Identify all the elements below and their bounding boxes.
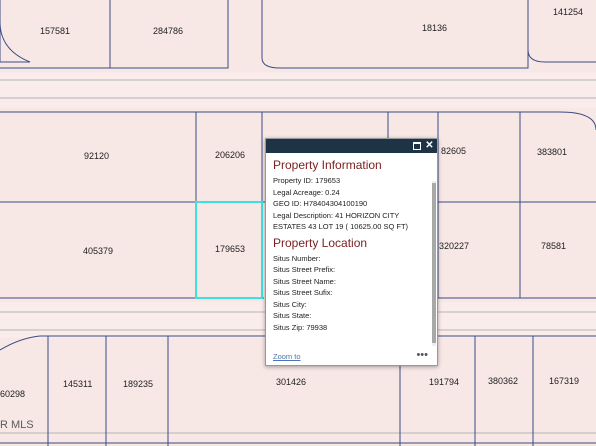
parcel-label[interactable]: 145311 [63, 379, 92, 389]
property-popup: ✕ Property Information Property ID: 1796… [265, 138, 438, 366]
parcel-label[interactable]: 157581 [40, 26, 70, 36]
close-icon[interactable]: ✕ [424, 140, 435, 151]
situs-street-name: Situs Street Name: [273, 276, 336, 286]
parcel-label[interactable]: 141254 [553, 7, 583, 17]
property-id: Property ID: 179653 [273, 176, 341, 185]
parcel-label[interactable]: 60298 [0, 389, 25, 399]
popup-body: Property Information Property ID: 179653… [266, 153, 437, 365]
parcel-label[interactable]: 380362 [488, 376, 518, 386]
popup-footer: Zoom to ••• [273, 349, 430, 362]
parcel-label[interactable]: 179653 [215, 244, 245, 254]
parcel-lines-top [0, 0, 596, 69]
parcel-label[interactable]: 383801 [537, 147, 567, 157]
parcel-label[interactable]: 320227 [439, 241, 469, 251]
parcel-label[interactable]: 189235 [123, 379, 153, 389]
property-location-title: Property Location [273, 235, 368, 250]
maximize-icon[interactable] [411, 140, 422, 151]
situs-street-sufix: Situs Street Sufix: [273, 288, 333, 297]
situs-street-prefix: Situs Street Prefix: [273, 265, 336, 274]
parcel-label[interactable]: 18136 [422, 23, 447, 33]
property-information-title: Property Information [273, 158, 382, 172]
parcel-label[interactable]: 92120 [84, 151, 109, 161]
parcel-label[interactable]: 405379 [83, 246, 113, 256]
parcel-label[interactable]: 78581 [541, 241, 566, 251]
situs-number: Situs Number: [273, 253, 321, 263]
popup-header: ✕ [266, 139, 437, 153]
watermark: R MLS [0, 419, 34, 431]
parcel-label[interactable]: 82605 [441, 146, 466, 156]
more-options-icon[interactable]: ••• [416, 349, 428, 361]
legal-acreage: Legal Acreage: 0.24 [273, 187, 340, 197]
zoom-to-link[interactable]: Zoom to [273, 352, 301, 361]
situs-zip: Situs Zip: 79938 [273, 322, 328, 332]
popup-content: Property Information Property ID: 179653… [273, 158, 427, 333]
scrollbar-thumb[interactable] [432, 183, 436, 343]
parcel-label[interactable]: 284786 [153, 26, 183, 36]
parcel-label[interactable]: 167319 [549, 376, 579, 386]
geo-id: GEO ID: H78404304100190 [273, 199, 368, 208]
parcel-label[interactable]: 191794 [429, 377, 459, 387]
parcel-label[interactable]: 206206 [215, 150, 245, 160]
situs-state: Situs State: [273, 311, 312, 320]
parcel-label[interactable]: 301426 [276, 377, 306, 387]
legal-description-line-1: Legal Description: 41 HORIZON CITY [273, 210, 400, 220]
legal-description-line-2: ESTATES 43 LOT 19 ( 10625.00 SQ FT) [273, 222, 409, 231]
situs-city: Situs City: [273, 299, 307, 309]
